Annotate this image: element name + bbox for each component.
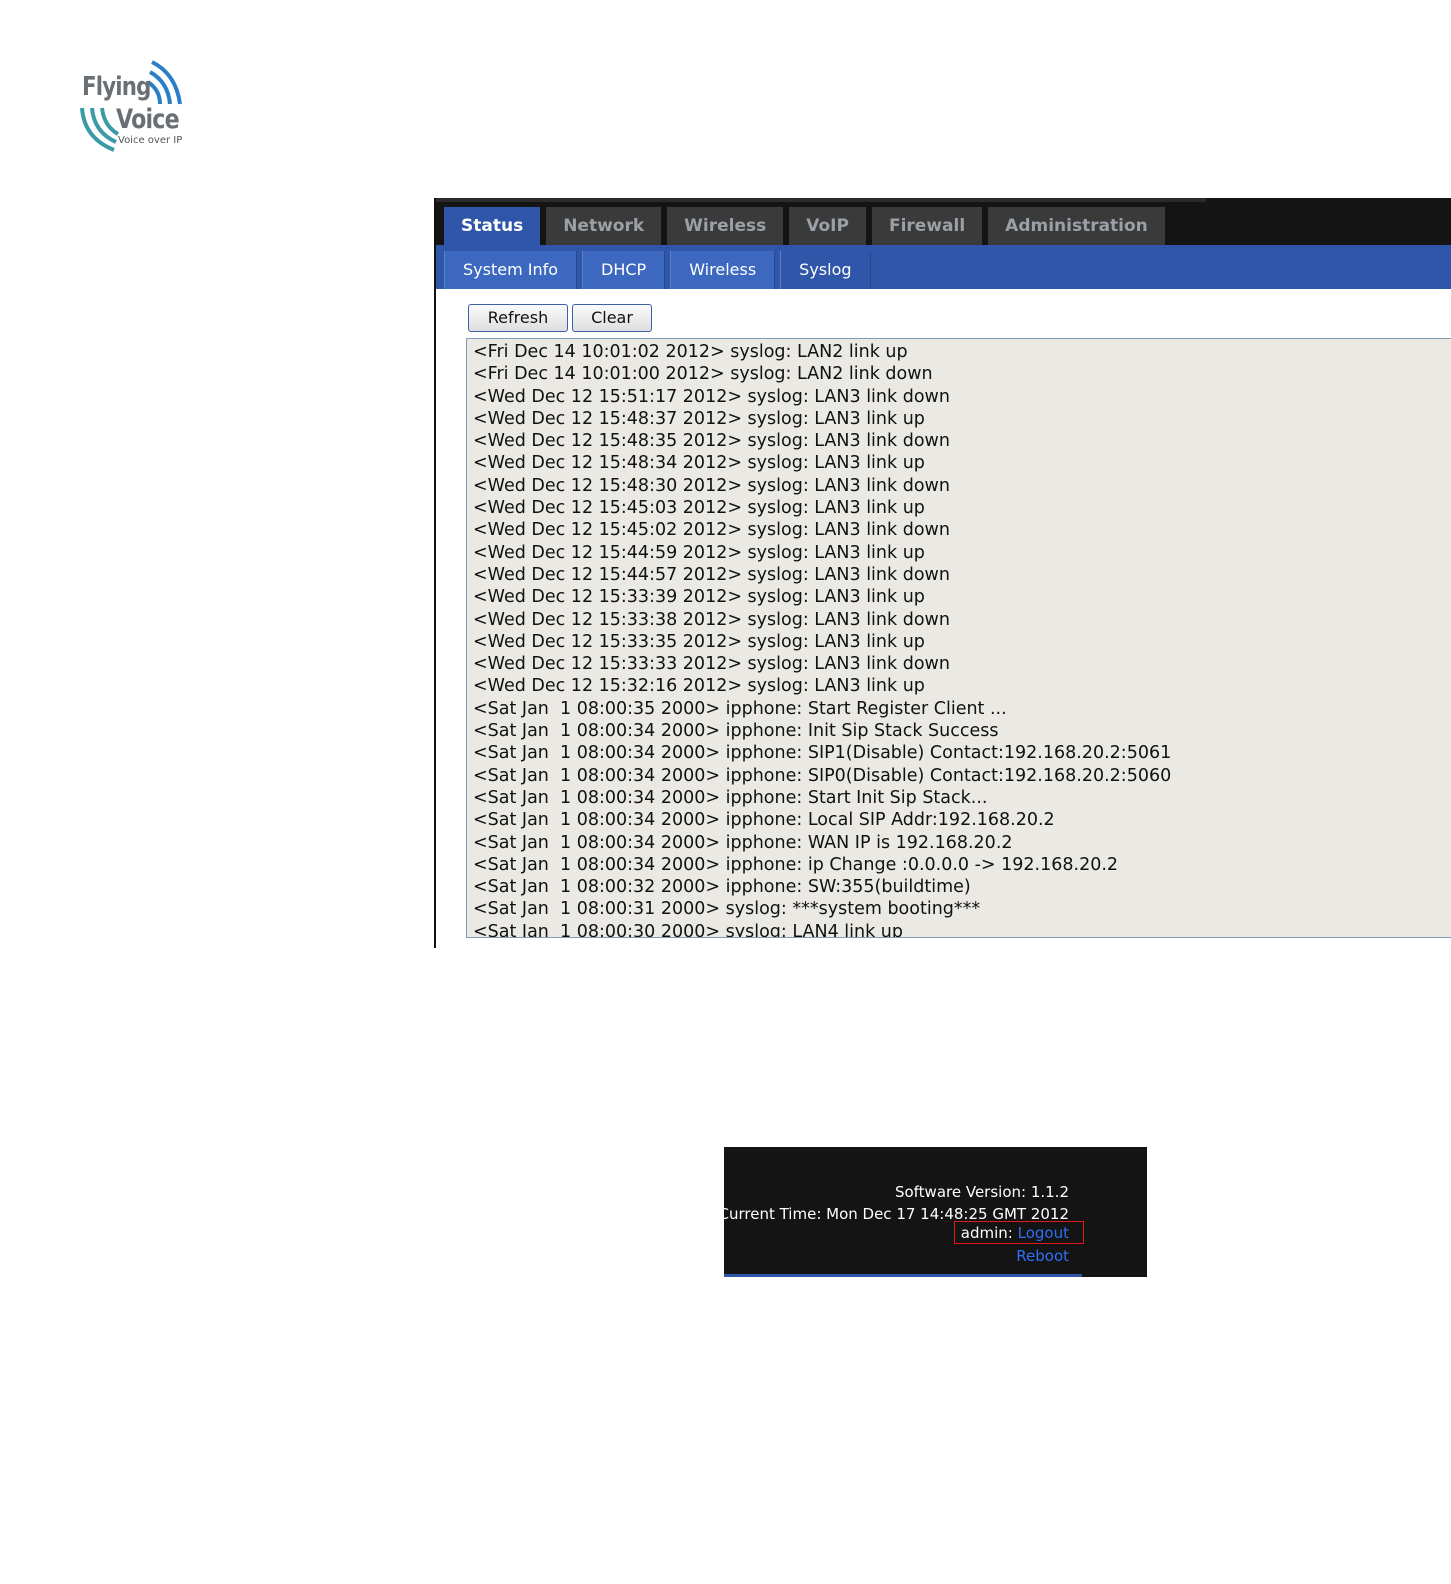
clear-button[interactable]: Clear (572, 304, 652, 332)
tab-voip[interactable]: VoIP (789, 207, 866, 245)
syslog-textarea[interactable]: <Fri Dec 14 10:01:02 2012> syslog: LAN2 … (466, 338, 1451, 938)
admin-logout-highlight: admin: Logout (953, 1221, 1084, 1244)
logo-tagline: Voice over IP (118, 135, 183, 146)
log-line: <Wed Dec 12 15:32:16 2012> syslog: LAN3 … (473, 676, 925, 697)
footer-underline (724, 1274, 1082, 1277)
log-line: <Sat Jan 1 08:00:34 2000> ipphone: SIP1(… (473, 743, 1172, 764)
log-line: <Sat Jan 1 08:00:34 2000> ipphone: Init … (473, 721, 999, 742)
flying-voice-logo: Flying Voice Voice over IP (80, 60, 190, 155)
log-line: <Wed Dec 12 15:48:35 2012> syslog: LAN3 … (473, 431, 950, 452)
software-version: Software Version: 1.1.2 (894, 1183, 1069, 1201)
admin-label: admin: (960, 1224, 1013, 1242)
sub-nav-bar: System Info DHCP Wireless Syslog (436, 245, 1451, 289)
main-tabs: Status Network Wireless VoIP Firewall Ad… (444, 207, 1165, 247)
log-line: <Wed Dec 12 15:48:30 2012> syslog: LAN3 … (473, 475, 950, 496)
log-line: <Sat Jan 1 08:00:34 2000> ipphone: SIP0(… (473, 765, 1172, 786)
tab-wireless[interactable]: Wireless (667, 207, 784, 245)
log-line: <Fri Dec 14 10:01:00 2012> syslog: LAN2 … (473, 364, 933, 385)
log-line: <Wed Dec 12 15:33:35 2012> syslog: LAN3 … (473, 631, 925, 652)
tab-administration[interactable]: Administration (988, 207, 1165, 245)
logout-link[interactable]: Logout (1018, 1224, 1069, 1242)
log-line: <Wed Dec 12 15:33:38 2012> syslog: LAN3 … (473, 609, 950, 630)
top-strip (436, 198, 1206, 202)
header-status-snippet: Software Version: 1.1.2 Current Time: Mo… (719, 1147, 1147, 1277)
log-line: <Wed Dec 12 15:33:39 2012> syslog: LAN3 … (473, 587, 925, 608)
log-line: <Sat Jan 1 08:00:32 2000> ipphone: SW:35… (473, 877, 971, 898)
log-line: <Sat Jan 1 08:00:34 2000> ipphone: ip Ch… (473, 854, 1119, 875)
log-line: <Sat Jan 1 08:00:35 2000> ipphone: Start… (473, 698, 1007, 719)
log-line: <Wed Dec 12 15:45:02 2012> syslog: LAN3 … (473, 520, 950, 541)
log-line: <Sat Jan 1 08:00:34 2000> ipphone: Start… (473, 787, 988, 808)
log-line: <Wed Dec 12 15:48:34 2012> syslog: LAN3 … (473, 453, 925, 474)
syslog-page-panel: Status Network Wireless VoIP Firewall Ad… (434, 198, 1451, 948)
main-nav-bar: Status Network Wireless VoIP Firewall Ad… (436, 198, 1451, 247)
log-line: <Wed Dec 12 15:45:03 2012> syslog: LAN3 … (473, 498, 925, 519)
sub-tabs: System Info DHCP Wireless Syslog (444, 251, 871, 289)
logo-word-voice: Voice (116, 104, 180, 135)
log-line: <Wed Dec 12 15:33:33 2012> syslog: LAN3 … (473, 654, 950, 675)
log-line: <Fri Dec 14 10:01:02 2012> syslog: LAN2 … (473, 342, 908, 362)
log-line: <Wed Dec 12 15:44:57 2012> syslog: LAN3 … (473, 564, 950, 585)
log-line: <Sat Jan 1 08:00:30 2000> syslog: LAN4 l… (473, 921, 903, 938)
log-line: <Wed Dec 12 15:44:59 2012> syslog: LAN3 … (473, 542, 925, 563)
reboot-link[interactable]: Reboot (1016, 1247, 1069, 1265)
tab-network[interactable]: Network (546, 207, 662, 245)
subtab-syslog[interactable]: Syslog (780, 251, 871, 289)
tab-status[interactable]: Status (444, 207, 541, 247)
log-line: <Sat Jan 1 08:00:34 2000> ipphone: Local… (473, 810, 1055, 831)
subtab-system-info[interactable]: System Info (444, 251, 578, 289)
log-line: <Wed Dec 12 15:48:37 2012> syslog: LAN3 … (473, 408, 925, 429)
log-line: <Sat Jan 1 08:00:31 2000> syslog: ***sys… (473, 899, 981, 920)
subtab-dhcp[interactable]: DHCP (582, 251, 666, 289)
log-line: <Sat Jan 1 08:00:34 2000> ipphone: WAN I… (473, 832, 1013, 853)
subtab-wireless[interactable]: Wireless (670, 251, 776, 289)
refresh-button[interactable]: Refresh (468, 304, 568, 332)
log-line: <Wed Dec 12 15:51:17 2012> syslog: LAN3 … (473, 386, 950, 407)
logo-word-flying: Flying (82, 72, 151, 102)
tab-firewall[interactable]: Firewall (871, 207, 983, 245)
